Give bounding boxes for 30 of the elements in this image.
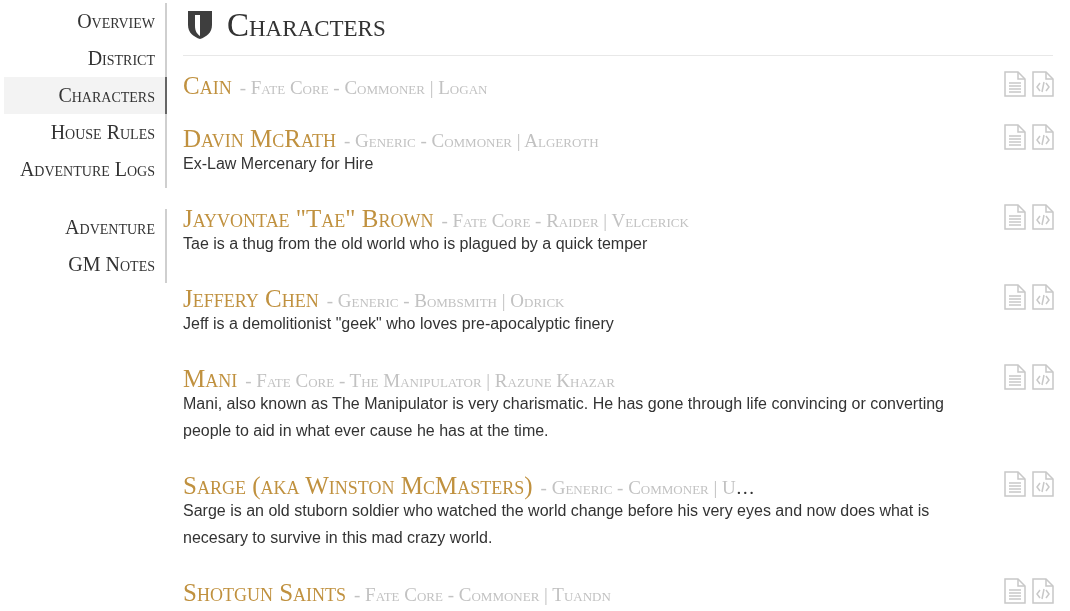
shield-icon <box>187 10 213 40</box>
character-details: - Fate Core - Raider | Velcerick <box>441 209 689 233</box>
document-icon[interactable] <box>1004 284 1026 310</box>
character-details: - Fate Core - The Manipulator | Razune Khazar <box>245 369 615 393</box>
character-details: - Generic - Commoner | U <box>540 476 736 500</box>
nav-link[interactable]: Overview <box>0 3 167 40</box>
nav-link[interactable]: Characters <box>4 77 167 114</box>
code-file-icon[interactable] <box>1032 124 1054 150</box>
nav-link[interactable]: Adventure Logs <box>0 151 167 188</box>
code-file-icon[interactable] <box>1032 578 1054 604</box>
document-icon[interactable] <box>1004 124 1026 150</box>
ellipsis: … <box>735 476 755 500</box>
document-icon[interactable] <box>1004 578 1026 604</box>
code-file-icon[interactable] <box>1032 471 1054 497</box>
code-file-icon[interactable] <box>1032 364 1054 390</box>
character-details: - Fate Core - Commoner | Logan <box>239 76 488 100</box>
nav-link[interactable]: GM Notes <box>0 246 167 283</box>
code-file-icon[interactable] <box>1032 71 1054 97</box>
document-icon[interactable] <box>1004 204 1026 230</box>
code-file-icon[interactable] <box>1032 284 1054 310</box>
character-details: - Generic - Commoner | Algeroth <box>343 129 599 153</box>
document-icon[interactable] <box>1004 71 1026 97</box>
character-details: - Generic - Bombsmith | Odrick <box>326 289 565 313</box>
document-icon[interactable] <box>1004 471 1026 497</box>
code-file-icon[interactable] <box>1032 204 1054 230</box>
nav-link[interactable]: House Rules <box>0 114 167 151</box>
character-details: - Fate Core - Commoner | Tuandn <box>354 583 611 607</box>
document-icon[interactable] <box>1004 364 1026 390</box>
page-title: Characters <box>227 6 386 45</box>
nav-link[interactable]: Adventure <box>0 209 167 246</box>
